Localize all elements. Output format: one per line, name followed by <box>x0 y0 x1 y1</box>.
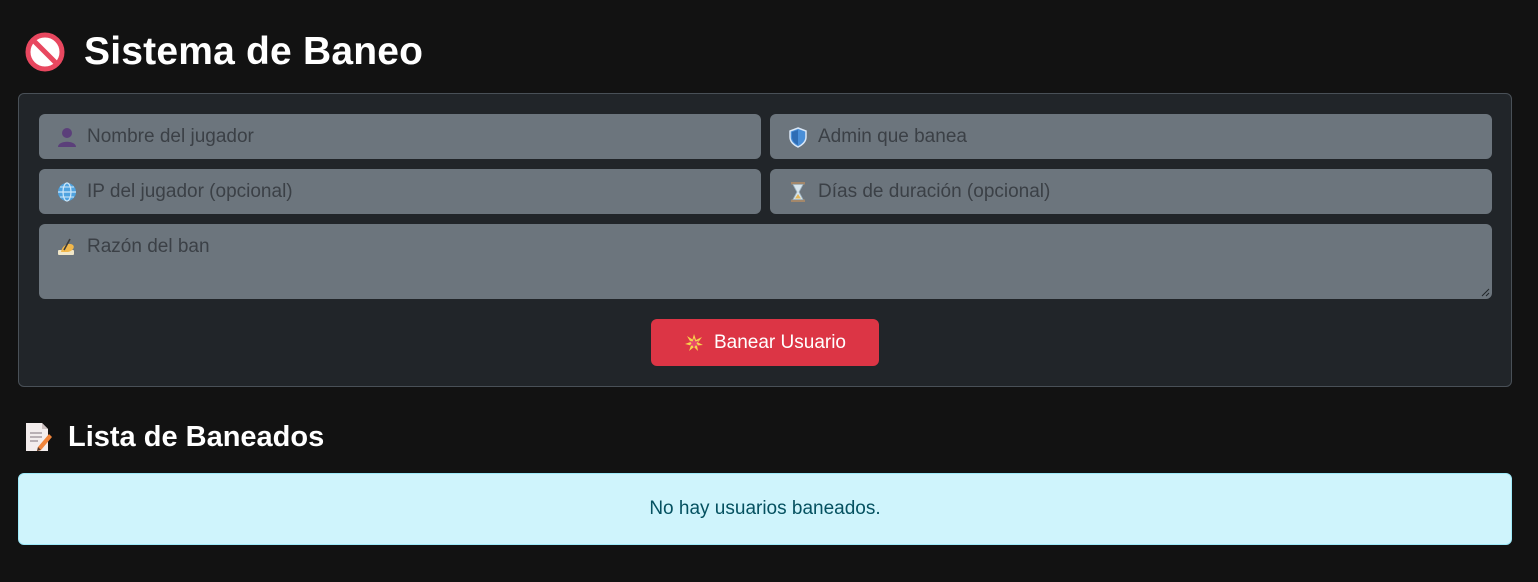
hourglass-icon <box>791 181 805 202</box>
admin-input[interactable]: Admin que banea <box>770 114 1492 159</box>
writing-hand-icon <box>58 238 74 255</box>
empty-list-alert: No hay usuarios baneados. <box>18 473 1512 545</box>
resize-handle-icon[interactable] <box>1480 287 1490 297</box>
shield-icon <box>789 126 807 148</box>
globe-icon <box>58 181 76 202</box>
player-ip-input[interactable]: IP del jugador (opcional) <box>39 169 761 214</box>
page-title: Sistema de Baneo <box>84 30 424 73</box>
empty-list-message: No hay usuarios baneados. <box>649 498 881 519</box>
admin-placeholder: Admin que banea <box>818 125 967 147</box>
ban-user-button-label: Banear Usuario <box>713 331 847 353</box>
page-header: Sistema de Baneo <box>24 28 423 76</box>
duration-days-input[interactable]: Días de duración (opcional) <box>770 169 1492 214</box>
banned-list-title: Lista de Baneados <box>68 420 325 453</box>
prohibited-icon <box>25 32 65 72</box>
player-ip-placeholder: IP del jugador (opcional) <box>87 180 293 202</box>
ban-form: Nombre del jugador Admin que banea IP de… <box>18 93 1512 387</box>
ban-reason-placeholder: Razón del ban <box>87 236 210 257</box>
banned-list-header: Lista de Baneados <box>24 420 324 454</box>
collision-icon <box>684 333 703 351</box>
memo-icon <box>26 423 52 451</box>
duration-days-placeholder: Días de duración (opcional) <box>818 180 1051 202</box>
ban-user-button[interactable]: Banear Usuario <box>651 319 879 366</box>
page: Sistema de Baneo Nombre del jugador Admi… <box>0 0 1538 582</box>
player-name-input[interactable]: Nombre del jugador <box>39 114 761 159</box>
user-silhouette-icon <box>58 127 76 147</box>
ban-reason-textarea[interactable]: Razón del ban <box>39 224 1492 299</box>
player-name-placeholder: Nombre del jugador <box>87 125 254 147</box>
